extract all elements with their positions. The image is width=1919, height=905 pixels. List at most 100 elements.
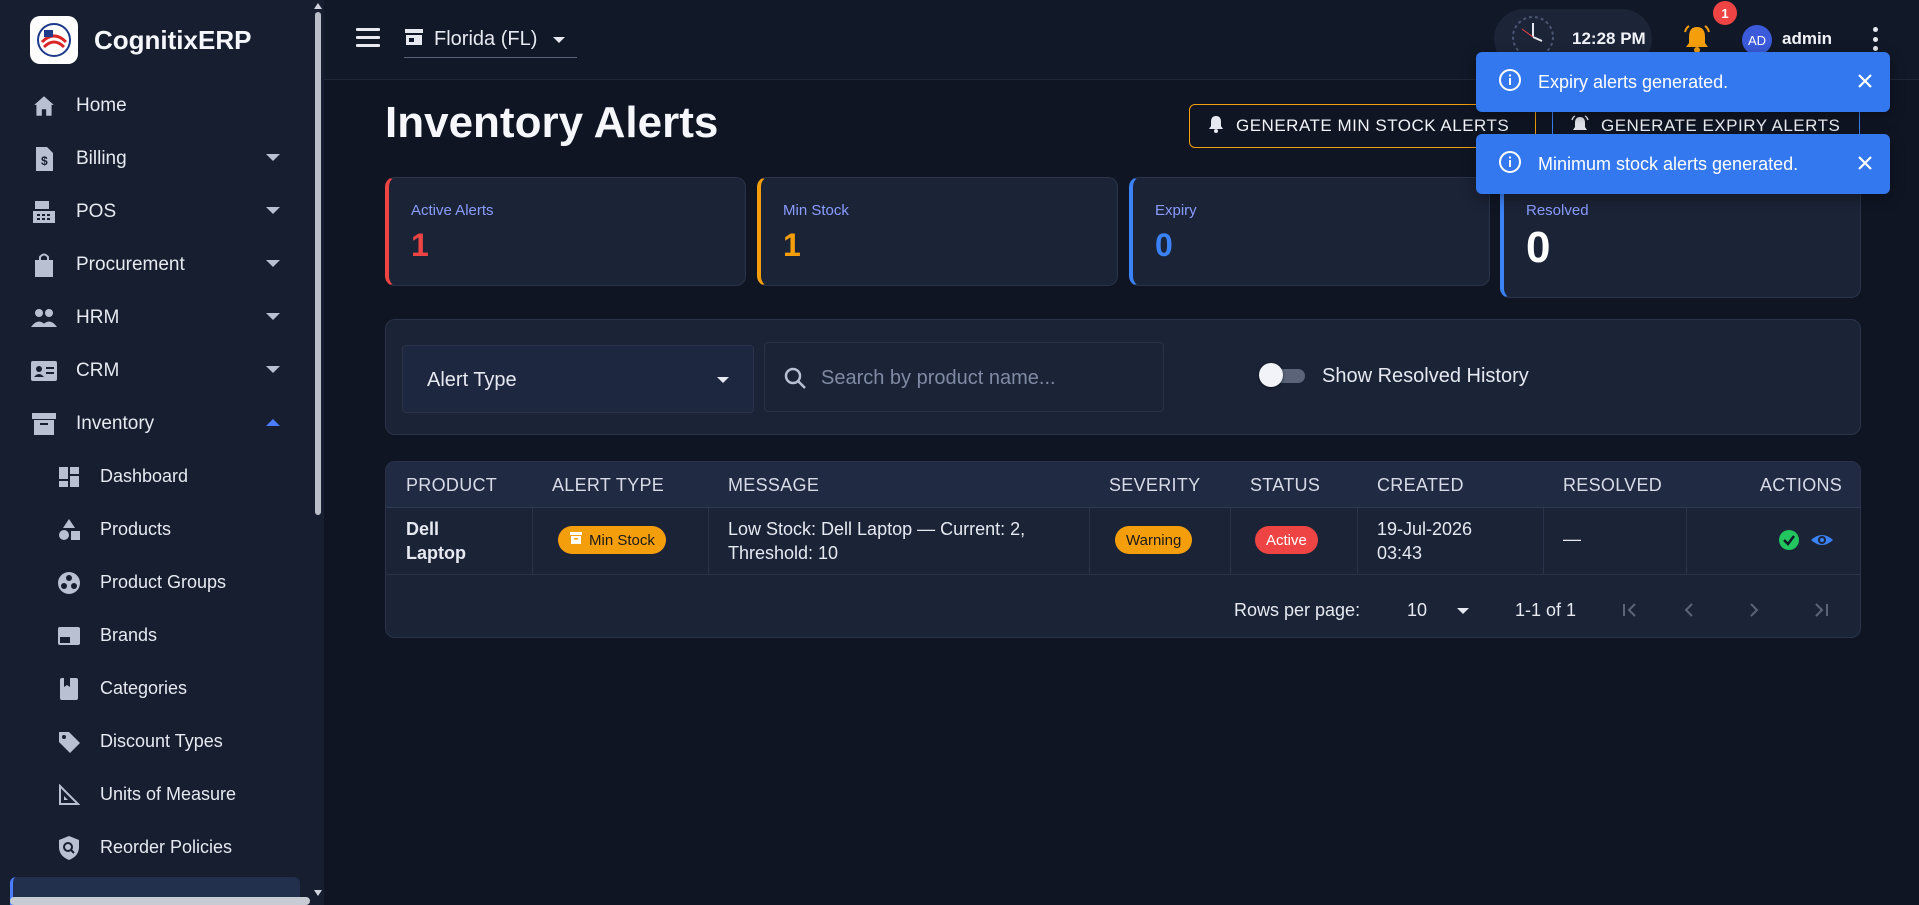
sidebar-nav: Home $ Billing POS Procurement HRM CRM I… <box>0 79 310 874</box>
contact-card-icon <box>30 357 58 385</box>
generate-expiry-label: GENERATE EXPIRY ALERTS <box>1601 116 1841 135</box>
brand-name: CognitixERP <box>94 24 252 55</box>
sidebar-item-label: POS <box>76 200 117 222</box>
sidebar-item-label: CRM <box>76 359 120 381</box>
pagination-range: 1-1 of 1 <box>1515 600 1577 620</box>
sidebar-subitem-product-groups[interactable]: Product Groups <box>0 556 310 609</box>
view-eye-icon[interactable] <box>1810 529 1834 556</box>
sidebar-subitem-label: Products <box>100 519 172 539</box>
sidebar-item-label: Procurement <box>76 253 185 275</box>
store-name: Florida (FL) <box>434 28 538 50</box>
chevron-up-icon <box>266 419 280 426</box>
next-page-icon[interactable] <box>1746 602 1762 623</box>
created-date: 19-Jul-2026 <box>1377 519 1473 539</box>
notification-bell-icon[interactable] <box>1682 24 1712 54</box>
sidebar-item-home[interactable]: Home <box>0 79 310 132</box>
toast-expiry: Expiry alerts generated. <box>1476 52 1890 112</box>
notification-badge: 1 <box>1713 1 1737 25</box>
alerts-table: PRODUCT ALERT TYPE MESSAGE SEVERITY STAT… <box>385 461 1861 638</box>
resolve-check-icon[interactable] <box>1778 529 1800 556</box>
chevron-down-icon <box>266 260 280 267</box>
show-resolved-toggle[interactable] <box>1259 363 1307 387</box>
col-header-product[interactable]: PRODUCT <box>406 475 497 496</box>
col-header-alert-type[interactable]: ALERT TYPE <box>552 475 664 496</box>
scroll-up-arrow-icon[interactable] <box>314 3 322 9</box>
book-icon <box>56 676 82 702</box>
sidebar-subitem-discount-types[interactable]: Discount Types <box>0 715 310 768</box>
billing-icon: $ <box>30 145 58 173</box>
sidebar-item-procurement[interactable]: Procurement <box>0 238 310 291</box>
message-line1: Low Stock: Dell Laptop — Current: 2, <box>728 519 1026 539</box>
col-header-severity[interactable]: SEVERITY <box>1109 475 1200 496</box>
sidebar-subitem-categories[interactable]: Categories <box>0 662 310 715</box>
hamburger-menu-icon[interactable] <box>356 28 380 48</box>
sidebar-item-label: Inventory <box>76 412 155 434</box>
sidebar-subitem-brands[interactable]: Brands <box>0 609 310 662</box>
product-name-line2: Laptop <box>406 543 466 563</box>
sidebar-subitem-reorder-policies[interactable]: Reorder Policies <box>0 821 310 874</box>
scroll-thumb[interactable] <box>315 12 321 515</box>
shopping-bag-icon <box>30 251 58 279</box>
groups-icon <box>56 570 82 596</box>
alert-type-chip: Min Stock <box>558 526 666 554</box>
chevron-down-icon <box>266 154 280 161</box>
table-header: PRODUCT ALERT TYPE MESSAGE SEVERITY STAT… <box>386 462 1860 508</box>
user-name[interactable]: admin <box>1782 29 1832 49</box>
sidebar: CognitixERP Home $ Billing POS Procureme… <box>0 0 324 905</box>
sidebar-item-billing[interactable]: $ Billing <box>0 132 310 185</box>
alert-type-select[interactable]: Alert Type <box>402 345 754 413</box>
col-header-status[interactable]: STATUS <box>1250 475 1320 496</box>
search-input[interactable] <box>821 363 1151 393</box>
sidebar-item-crm[interactable]: CRM <box>0 344 310 397</box>
col-header-created[interactable]: CREATED <box>1377 475 1464 496</box>
page-title: Inventory Alerts <box>385 98 719 147</box>
stat-value: 1 <box>783 227 801 263</box>
rows-per-page-select[interactable]: 10 <box>1407 600 1470 621</box>
first-page-icon[interactable] <box>1621 602 1641 623</box>
sidebar-item-pos[interactable]: POS <box>0 185 310 238</box>
stat-label: Resolved <box>1526 202 1589 219</box>
sidebar-subitem-label: Units of Measure <box>100 784 237 804</box>
col-header-message[interactable]: MESSAGE <box>728 475 819 496</box>
search-field[interactable] <box>764 342 1164 412</box>
sidebar-subitem-label: Dashboard <box>100 466 189 486</box>
inventory-icon <box>569 531 583 549</box>
ruler-icon <box>56 782 82 808</box>
sidebar-item-label: Billing <box>76 147 127 169</box>
sidebar-item-hrm[interactable]: HRM <box>0 291 310 344</box>
toast-min-stock: Minimum stock alerts generated. <box>1476 134 1890 194</box>
info-icon <box>1498 150 1522 179</box>
chevron-down-icon <box>266 366 280 373</box>
clock-time: 12:28 PM <box>1572 29 1646 48</box>
sidebar-scrollbar[interactable] <box>312 0 324 905</box>
cell-message: Low Stock: Dell Laptop — Current: 2, Thr… <box>728 517 1025 565</box>
sidebar-item-inventory[interactable]: Inventory <box>0 397 310 450</box>
cell-status: Active <box>1255 526 1318 554</box>
horizontal-scrollbar[interactable] <box>10 897 310 905</box>
chevron-down-icon <box>266 313 280 320</box>
sidebar-subitem-label: Discount Types <box>100 731 223 751</box>
close-icon[interactable] <box>1854 70 1876 92</box>
close-icon[interactable] <box>1854 152 1876 174</box>
stat-label: Expiry <box>1155 202 1197 219</box>
cell-alert-type: Min Stock <box>558 526 666 554</box>
more-vert-icon[interactable] <box>1871 27 1879 51</box>
stat-value: 0 <box>1155 227 1173 263</box>
prev-page-icon[interactable] <box>1681 602 1697 623</box>
col-header-resolved[interactable]: RESOLVED <box>1563 475 1662 496</box>
last-page-icon[interactable] <box>1810 602 1830 623</box>
svg-text:$: $ <box>41 154 48 168</box>
scroll-down-arrow-icon[interactable] <box>314 890 322 896</box>
sidebar-subitem-units-of-measure[interactable]: Units of Measure <box>0 768 310 821</box>
cell-severity: Warning <box>1115 526 1193 554</box>
sidebar-item-label: Home <box>76 94 127 116</box>
store-selector[interactable]: Florida (FL) <box>404 22 578 58</box>
table-row[interactable]: Dell Laptop Min Stock Low Stock: Dell La… <box>386 508 1860 575</box>
brand[interactable]: CognitixERP <box>30 16 251 64</box>
sidebar-subitem-products[interactable]: Products <box>0 503 310 556</box>
sidebar-subitem-dashboard[interactable]: Dashboard <box>0 450 310 503</box>
alert-type-label: Alert Type <box>427 369 517 391</box>
avatar[interactable]: AD <box>1742 25 1772 55</box>
brand-icon <box>56 623 82 649</box>
col-header-actions: ACTIONS <box>1760 475 1843 495</box>
